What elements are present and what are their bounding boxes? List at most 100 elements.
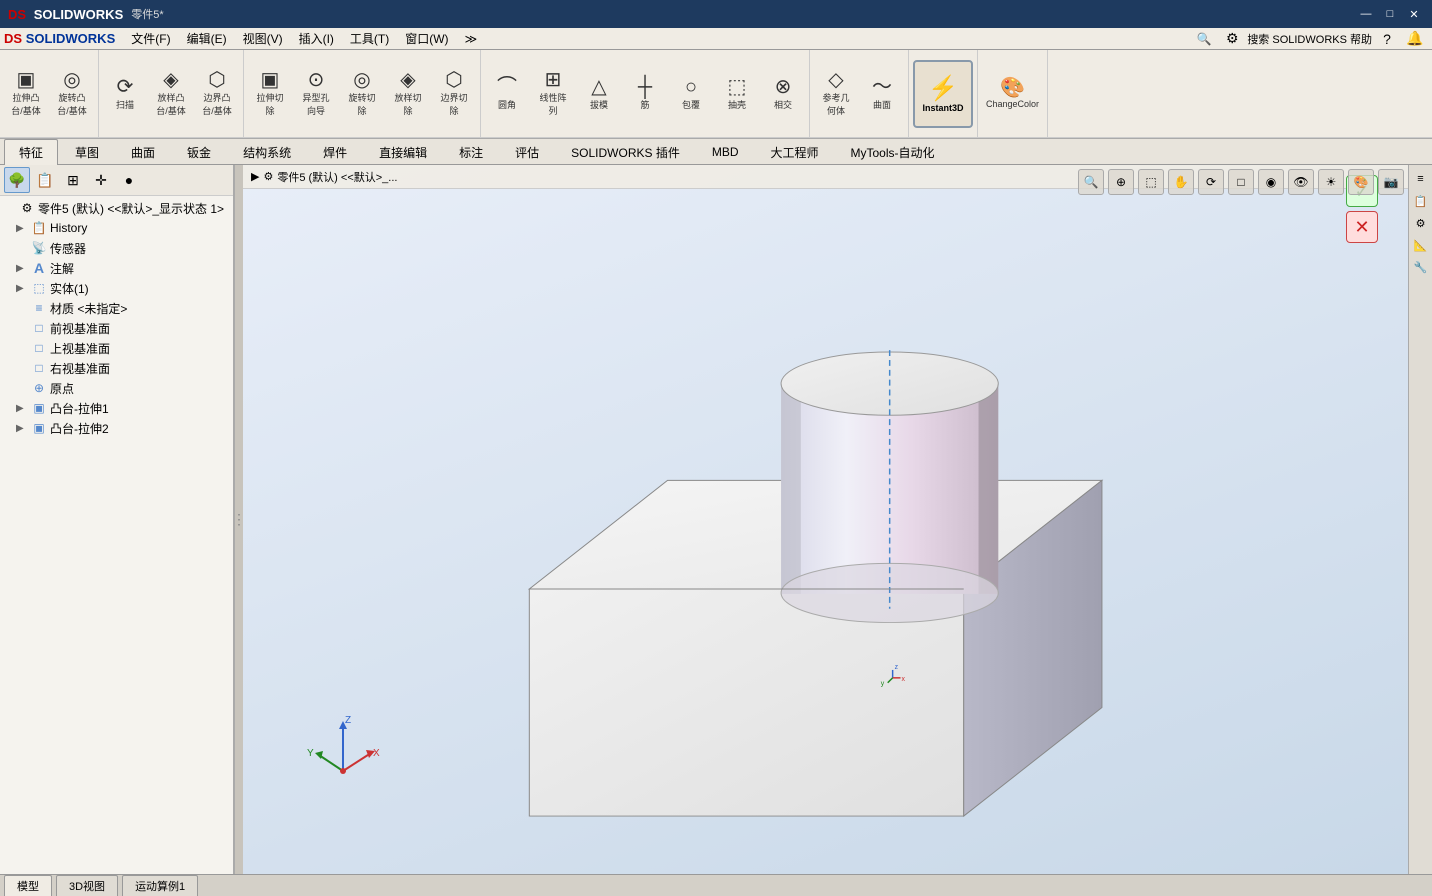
menu-tools[interactable]: 工具(T)	[342, 28, 397, 49]
menu-file[interactable]: 文件(F)	[123, 28, 178, 49]
intersect-button[interactable]: ⊗ 相交	[761, 68, 805, 119]
expand-boss-extrude2[interactable]: ▶	[16, 423, 30, 434]
minimize-button[interactable]: —	[1356, 5, 1376, 23]
sweep-button[interactable]: ⟳ 扫描	[103, 68, 147, 119]
svg-text:y: y	[881, 681, 885, 688]
boundary-button[interactable]: ⬡ 边界凸台/基体	[195, 68, 239, 119]
sidebar-tool-add[interactable]: ✛	[88, 167, 114, 193]
view-options-button[interactable]: 👁	[1288, 169, 1314, 195]
menu-edit[interactable]: 编辑(E)	[179, 28, 235, 49]
appearance-button[interactable]: 🎨	[1348, 169, 1374, 195]
toolbar-help[interactable]: ?	[1374, 26, 1400, 52]
loft-cut-button[interactable]: ◈ 放样切除	[386, 68, 430, 119]
right-panel-btn1[interactable]: ≡	[1411, 169, 1431, 189]
title-text: 零件5*	[131, 6, 163, 22]
tree-item-solidbody[interactable]: ▶ ⬚ 实体(1)	[0, 278, 233, 298]
zoom-button[interactable]: ⊕	[1108, 169, 1134, 195]
curves-button[interactable]: 〜 曲面	[860, 68, 904, 119]
tree-item-material[interactable]: ≡ 材质 <未指定>	[0, 298, 233, 318]
menu-view[interactable]: 视图(V)	[235, 28, 291, 49]
loft-button[interactable]: ◈ 放样凸台/基体	[149, 68, 193, 119]
tab-solidworks-plugins[interactable]: SOLIDWORKS 插件	[556, 139, 695, 165]
pan-button[interactable]: ✋	[1168, 169, 1194, 195]
viewport[interactable]: ▶ ⚙ 零件5 (默认) <<默认>_... ✓ ✕ 🔍 ⊕ ⬚ ✋ ⟳ □ ◉…	[243, 165, 1408, 874]
close-button[interactable]: ✕	[1404, 5, 1424, 23]
tab-mbd[interactable]: MBD	[697, 140, 754, 163]
expand-solidbody[interactable]: ▶	[16, 283, 30, 294]
tab-evaluate[interactable]: 评估	[500, 139, 554, 165]
tab-annotation[interactable]: 标注	[444, 139, 498, 165]
revolve-cut-button[interactable]: ◎ 旋转切除	[340, 68, 384, 119]
tab-mytools[interactable]: MyTools-自动化	[836, 139, 950, 165]
reference-geometry-button[interactable]: ◇ 参考几何体	[814, 68, 858, 119]
right-panel-btn4[interactable]: 📐	[1411, 235, 1431, 255]
toolbar-search[interactable]: 🔍	[1191, 26, 1217, 52]
fillet-label: 圆角	[498, 98, 516, 111]
toolbar-alerts[interactable]: 🔔	[1402, 26, 1428, 52]
tree-item-boss-extrude1[interactable]: ▶ ▣ 凸台-拉伸1	[0, 398, 233, 418]
draft-button[interactable]: △ 拔模	[577, 68, 621, 119]
rotate-button[interactable]: ⟳	[1198, 169, 1224, 195]
shell-button[interactable]: ⬚ 抽壳	[715, 68, 759, 119]
fillet-button[interactable]: ⌒ 圆角	[485, 68, 529, 119]
right-panel-btn3[interactable]: ⚙	[1411, 213, 1431, 233]
expand-boss-extrude1[interactable]: ▶	[16, 403, 30, 414]
tab-sheetmetal[interactable]: 钣金	[172, 139, 226, 165]
view-selector-button[interactable]: □	[1228, 169, 1254, 195]
wrap-button[interactable]: ○ 包覆	[669, 68, 713, 119]
expand-annotations[interactable]: ▶	[16, 263, 30, 274]
right-panel-btn2[interactable]: 📋	[1411, 191, 1431, 211]
expand-history[interactable]: ▶	[16, 223, 30, 234]
tab-weldment[interactable]: 焊件	[308, 139, 362, 165]
lighting-button[interactable]: ☀	[1318, 169, 1344, 195]
rib-button[interactable]: ┼ 筋	[623, 68, 667, 119]
extrude-cut-button[interactable]: ▣ 拉伸切除	[248, 68, 292, 119]
hole-wizard-button[interactable]: ⊙ 异型孔向导	[294, 68, 338, 119]
tree-item-sensors[interactable]: 📡 传感器	[0, 238, 233, 258]
maximize-button[interactable]: □	[1380, 5, 1400, 23]
tree-item-root[interactable]: ⚙ 零件5 (默认) <<默认>_显示状态 1>	[0, 198, 233, 218]
menu-window[interactable]: 窗口(W)	[397, 28, 456, 49]
tree-item-annotations[interactable]: ▶ A 注解	[0, 258, 233, 278]
linear-pattern-label: 线性阵列	[539, 91, 566, 117]
tree-item-top-plane[interactable]: □ 上视基准面	[0, 338, 233, 358]
tab-big-engineer[interactable]: 大工程师	[756, 139, 834, 165]
extrude-boss-button[interactable]: ▣ 拉伸凸台/基体	[4, 68, 48, 119]
revolve-boss-button[interactable]: ◎ 旋转凸台/基体	[50, 68, 94, 119]
toolbar-settings[interactable]: ⚙	[1219, 26, 1245, 52]
menu-insert[interactable]: 插入(I)	[291, 28, 342, 49]
toolbar-sweep-row: ⟳ 扫描 ◈ 放样凸台/基体 ⬡ 边界凸台/基体	[103, 68, 239, 119]
sidebar-tool-tree[interactable]: 🌳	[4, 167, 30, 193]
tab-sketch[interactable]: 草图	[60, 139, 114, 165]
tree-item-boss-extrude2[interactable]: ▶ ▣ 凸台-拉伸2	[0, 418, 233, 438]
tab-structure[interactable]: 结构系统	[228, 139, 306, 165]
zoom-to-fit-button[interactable]: 🔍	[1078, 169, 1104, 195]
sidebar-tool-config[interactable]: ⊞	[60, 167, 86, 193]
sidebar-tool-display[interactable]: ●	[116, 167, 142, 193]
tab-direct-edit[interactable]: 直接编辑	[364, 139, 442, 165]
tab-surface[interactable]: 曲面	[116, 139, 170, 165]
sidebar-tool-properties[interactable]: 📋	[32, 167, 58, 193]
status-tab-model[interactable]: 模型	[4, 875, 52, 896]
scene-button[interactable]: 📷	[1378, 169, 1404, 195]
zoom-window-button[interactable]: ⬚	[1138, 169, 1164, 195]
sidebar-resize-handle[interactable]	[235, 165, 243, 874]
coordinate-axes: Z X Y	[303, 711, 383, 794]
tree-icon-history: 📋	[30, 219, 48, 237]
tree-item-front-plane[interactable]: □ 前视基准面	[0, 318, 233, 338]
status-tab-motion[interactable]: 运动算例1	[122, 875, 198, 896]
tree-item-origin[interactable]: ⊕ 原点	[0, 378, 233, 398]
menu-more[interactable]: ≫	[457, 30, 486, 48]
tree-item-right-plane[interactable]: □ 右视基准面	[0, 358, 233, 378]
right-panel-btn5[interactable]: 🔧	[1411, 257, 1431, 277]
status-tab-3dview[interactable]: 3D视图	[56, 875, 118, 896]
linear-pattern-button[interactable]: ⊞ 线性阵列	[531, 68, 575, 119]
tree-item-history[interactable]: ▶ 📋 History	[0, 218, 233, 238]
boundary-cut-button[interactable]: ⬡ 边界切除	[432, 68, 476, 119]
tab-features[interactable]: 特征	[4, 139, 58, 165]
change-color-button[interactable]: 🎨 ChangeColor	[982, 76, 1043, 112]
instant3d-button[interactable]: ⚡ Instant3D	[913, 60, 973, 128]
reference-geometry-icon: ◇	[828, 70, 843, 90]
right-panel: ≡ 📋 ⚙ 📐 🔧	[1408, 165, 1432, 874]
display-style-button[interactable]: ◉	[1258, 169, 1284, 195]
